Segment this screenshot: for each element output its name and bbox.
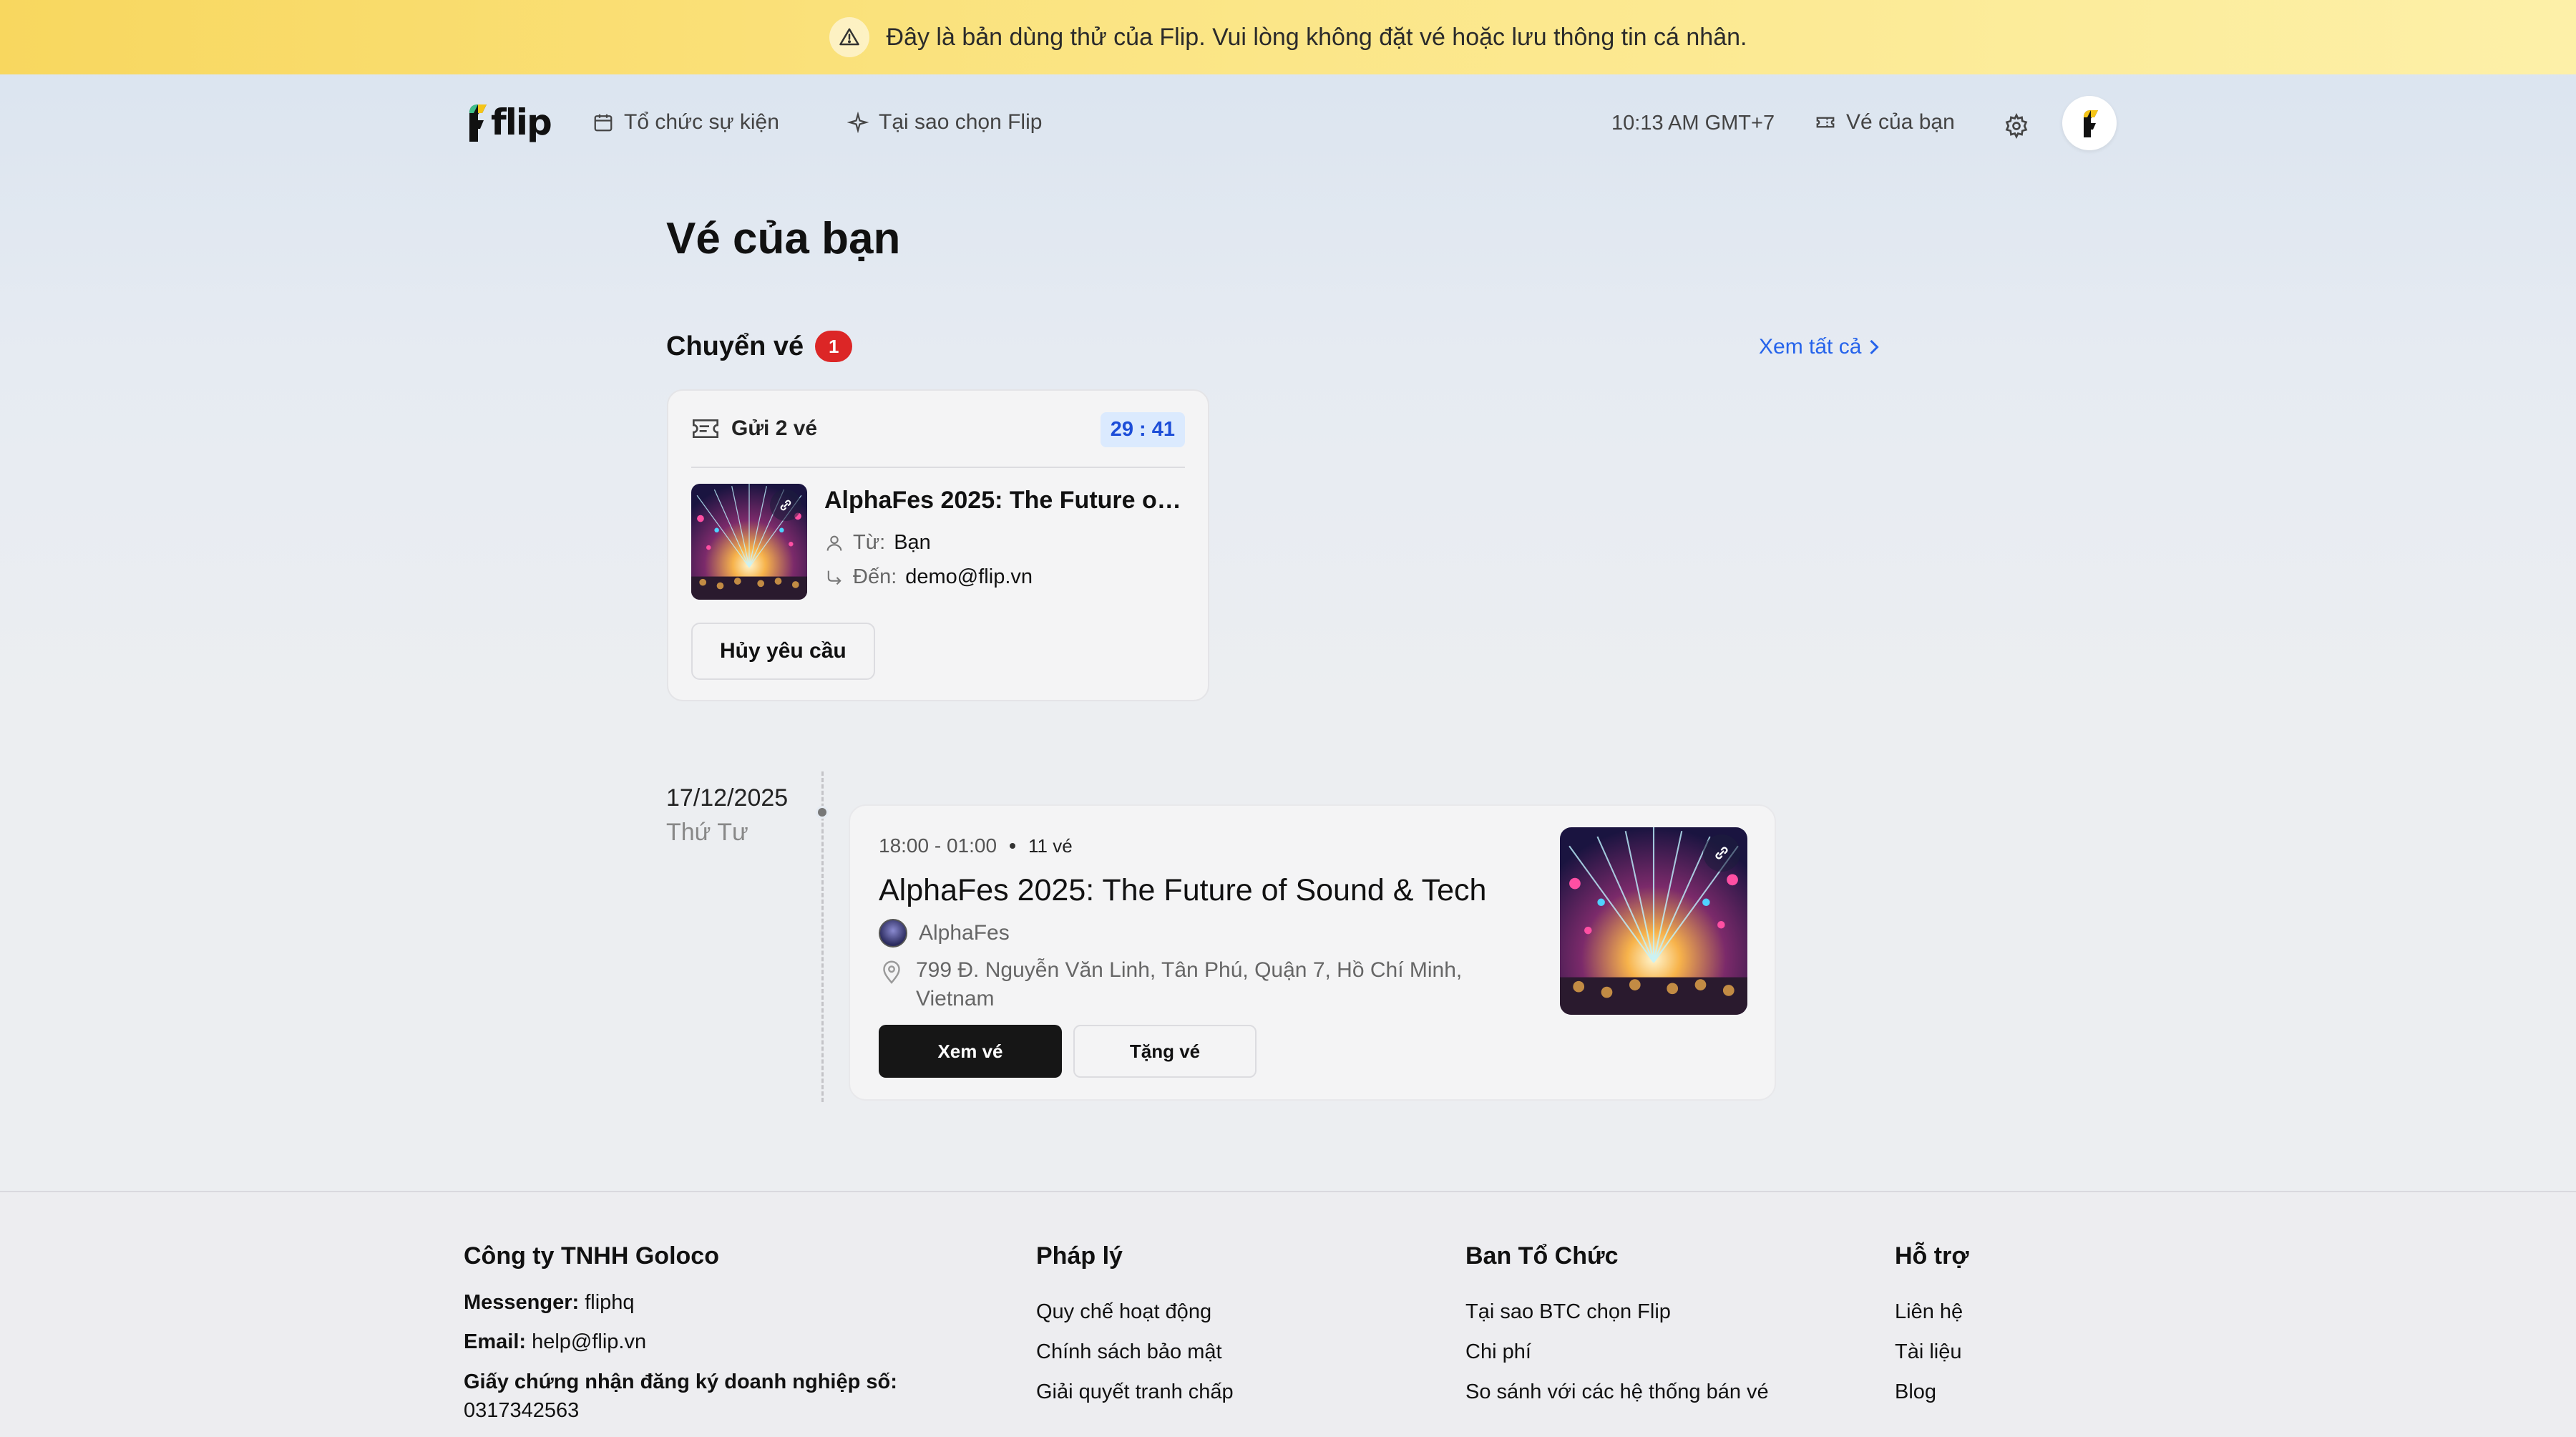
flip-logo[interactable]: flip xyxy=(462,97,552,147)
support-title: Hỗ trợ xyxy=(1895,1242,1969,1270)
messenger-label: Messenger: xyxy=(464,1291,580,1314)
footer: Công ty TNHH Goloco Messenger: fliphq Em… xyxy=(0,1191,2576,1437)
user-avatar[interactable] xyxy=(2062,96,2117,150)
nav-my-tickets[interactable]: Vé của bạn xyxy=(1815,110,1955,135)
calendar-icon xyxy=(594,114,613,132)
chevron-right-icon xyxy=(1870,339,1880,355)
to-label: Đến: xyxy=(853,565,897,588)
event-title[interactable]: AlphaFes 2025: The Future of Sound & Tec… xyxy=(879,873,1486,908)
company-name: Công ty TNHH Goloco xyxy=(464,1242,719,1270)
current-time: 10:13 AM GMT+7 xyxy=(1611,112,1775,135)
warning-icon xyxy=(829,17,869,57)
trial-banner: Đây là bản dùng thử của Flip. Vui lòng k… xyxy=(0,0,2576,74)
footer-link[interactable]: Giải quyết tranh chấp xyxy=(1036,1372,1234,1412)
event-weekday: Thứ Tư xyxy=(666,819,748,846)
transfer-card-header: Gửi 2 vé xyxy=(691,417,817,441)
see-all-label: Xem tất cả xyxy=(1759,335,1862,359)
footer-link[interactable]: Liên hệ xyxy=(1895,1292,1969,1332)
nav-organize-label: Tổ chức sự kiện xyxy=(624,110,779,134)
transfer-to: Đến: demo@flip.vn xyxy=(824,565,1033,589)
footer-legal: Pháp lý Quy chế hoạt động Chính sách bảo… xyxy=(1036,1242,1234,1412)
see-all-link[interactable]: Xem tất cả xyxy=(1759,335,1881,359)
organizers-title: Ban Tổ Chức xyxy=(1465,1242,1619,1270)
timeline-dot xyxy=(816,806,829,819)
top-nav: flip Tổ chức sự kiện Tại sao chọn Flip 1… xyxy=(0,74,2576,175)
from-label: Từ: xyxy=(853,531,886,554)
organizer-name: AlphaFes xyxy=(919,921,1010,945)
gift-ticket-button[interactable]: Tặng vé xyxy=(1073,1025,1257,1078)
timeline-line xyxy=(821,771,824,1102)
footer-link[interactable]: Blog xyxy=(1895,1372,1969,1412)
ticket-count: 11 vé xyxy=(1028,834,1073,857)
ticket-icon xyxy=(693,419,718,438)
footer-link[interactable]: Quy chế hoạt động xyxy=(1036,1292,1234,1332)
to-value: demo@flip.vn xyxy=(905,565,1033,588)
forward-arrow-icon xyxy=(827,570,841,585)
transfer-section-title: Chuyển vé xyxy=(666,331,804,361)
legal-title: Pháp lý xyxy=(1036,1242,1123,1270)
from-value: Bạn xyxy=(894,531,931,554)
transfer-heading: Gửi 2 vé xyxy=(731,417,818,440)
event-date: 17/12/2025 xyxy=(666,784,789,812)
event-location: 799 Đ. Nguyễn Văn Linh, Tân Phú, Quận 7,… xyxy=(879,956,1494,1013)
event-image[interactable] xyxy=(1560,827,1747,1015)
link-icon xyxy=(770,489,801,521)
registration-label: Giấy chứng nhận đăng ký doanh nghiệp số: xyxy=(464,1370,897,1393)
event-thumbnail[interactable] xyxy=(691,484,807,600)
registration-number: 0317342563 xyxy=(464,1399,580,1422)
separator-dot xyxy=(1010,843,1016,849)
nav-why-label: Tại sao chọn Flip xyxy=(879,110,1043,134)
location-pin-icon xyxy=(883,960,900,984)
transfer-section-header: Chuyển vé 1 xyxy=(666,331,853,362)
banner-text: Đây là bản dùng thử của Flip. Vui lòng k… xyxy=(886,23,1747,51)
messenger-line: Messenger: fliphq xyxy=(464,1283,897,1322)
email-value[interactable]: help@flip.vn xyxy=(532,1330,646,1353)
transfer-event-name: AlphaFes 2025: The Future of Sound & Tec… xyxy=(824,487,1182,514)
footer-link[interactable]: Tại sao BTC chọn Flip xyxy=(1465,1292,1769,1332)
transfer-card: Gửi 2 vé 29 : 41 AlphaFes 2025: The Futu… xyxy=(667,389,1209,701)
event-time: 18:00 - 01:00 xyxy=(879,834,997,857)
nav-why-flip[interactable]: Tại sao chọn Flip xyxy=(847,110,1042,135)
footer-link[interactable]: Tài liệu xyxy=(1895,1332,1969,1372)
email-line: Email: help@flip.vn xyxy=(464,1322,897,1362)
settings-button[interactable] xyxy=(2004,112,2029,140)
footer-organizers: Ban Tổ Chức Tại sao BTC chọn Flip Chi ph… xyxy=(1465,1242,1769,1412)
ticket-icon xyxy=(1816,117,1835,128)
gear-icon xyxy=(2005,112,2028,140)
footer-link[interactable]: Chính sách bảo mật xyxy=(1036,1332,1234,1372)
event-meta: 18:00 - 01:00 11 vé xyxy=(879,834,1073,857)
footer-company: Công ty TNHH Goloco Messenger: fliphq Em… xyxy=(464,1242,897,1425)
user-icon xyxy=(826,535,842,551)
countdown-timer: 29 : 41 xyxy=(1100,412,1185,447)
location-text: 799 Đ. Nguyễn Văn Linh, Tân Phú, Quận 7,… xyxy=(916,958,1463,1010)
link-icon xyxy=(1703,834,1740,872)
footer-link[interactable]: Chi phí xyxy=(1465,1332,1769,1372)
transfer-count-badge: 1 xyxy=(815,331,853,362)
sparkle-icon xyxy=(847,112,869,133)
messenger-value[interactable]: fliphq xyxy=(585,1291,634,1314)
my-tickets-label: Vé của bạn xyxy=(1846,110,1955,134)
event-card[interactable]: 18:00 - 01:00 11 vé AlphaFes 2025: The F… xyxy=(849,804,1776,1101)
cancel-request-button[interactable]: Hủy yêu cầu xyxy=(691,623,875,680)
flip-logo-mark xyxy=(469,104,487,142)
footer-support: Hỗ trợ Liên hệ Tài liệu Blog xyxy=(1895,1242,1969,1412)
divider xyxy=(691,467,1185,468)
event-organizer[interactable]: AlphaFes xyxy=(879,919,1010,948)
nav-organize-events[interactable]: Tổ chức sự kiện xyxy=(592,110,779,135)
transfer-from: Từ: Bạn xyxy=(824,531,931,555)
page-title: Vé của bạn xyxy=(666,214,901,263)
view-ticket-button[interactable]: Xem vé xyxy=(879,1025,1062,1078)
organizer-logo xyxy=(879,919,907,948)
email-label: Email: xyxy=(464,1330,527,1353)
footer-link[interactable]: So sánh với các hệ thống bán vé xyxy=(1465,1372,1769,1412)
avatar-flip-icon xyxy=(2084,110,2098,137)
logo-text: flip xyxy=(491,102,552,143)
